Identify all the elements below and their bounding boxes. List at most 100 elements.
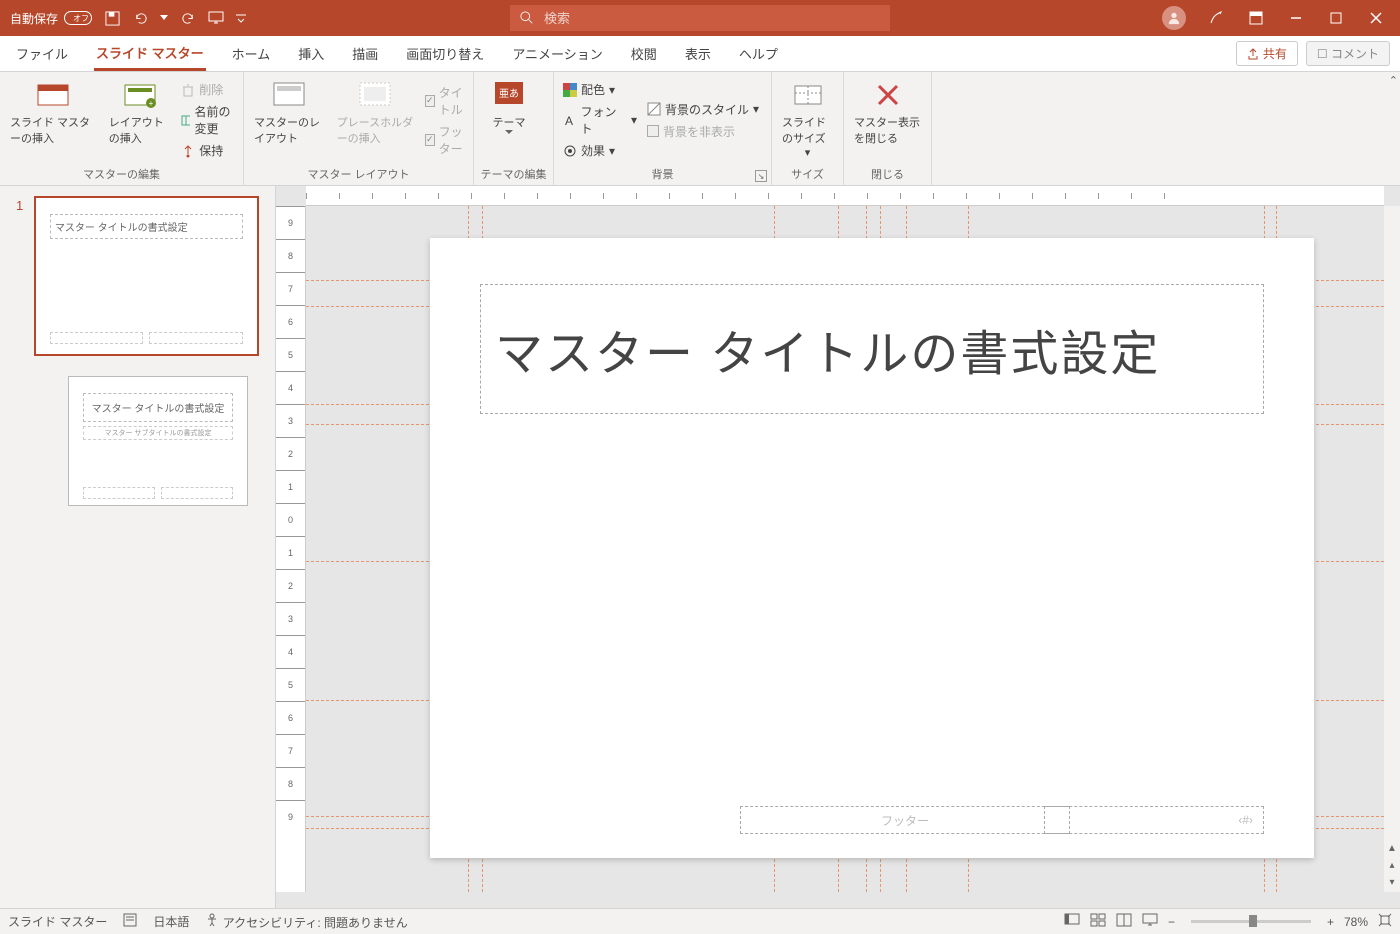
normal-view-icon[interactable] — [1064, 913, 1080, 930]
close-icon — [871, 78, 905, 112]
group-label-theme-edit: テーマの編集 — [480, 164, 547, 185]
tab-insert[interactable]: 挿入 — [296, 38, 326, 69]
ribbon-display-icon[interactable] — [1246, 8, 1266, 28]
tab-transitions[interactable]: 画面切り替え — [404, 38, 486, 69]
placeholder-icon — [358, 78, 392, 112]
themes-button[interactable]: 亜あ テーマ — [480, 76, 538, 164]
group-label-master-edit: マスターの編集 — [6, 164, 237, 185]
fonts-icon: A — [563, 113, 577, 127]
search-input[interactable] — [544, 11, 880, 26]
tab-home[interactable]: ホーム — [230, 38, 273, 69]
tab-review[interactable]: 校閲 — [629, 38, 659, 69]
bg-style-icon — [647, 102, 661, 116]
undo-dropdown-icon[interactable] — [160, 10, 168, 26]
vertical-scrollbar[interactable]: ▲ ▴ ▾ — [1384, 206, 1400, 892]
zoom-slider[interactable] — [1191, 920, 1311, 923]
svg-text:A: A — [565, 114, 573, 127]
title-placeholder[interactable]: マスター タイトルの書式設定 — [480, 284, 1264, 414]
tab-draw[interactable]: 描画 — [350, 38, 380, 69]
next-slide-icon[interactable]: ▾ — [1389, 877, 1394, 888]
coming-soon-icon[interactable] — [1206, 8, 1226, 28]
slideshow-view-icon[interactable] — [1142, 913, 1158, 930]
ribbon: スライド マスターの挿入 + レイアウトの挿入 削除 名前の変更 保持 マスター… — [0, 72, 1400, 186]
accessibility-status[interactable]: アクセシビリティ: 問題ありません — [205, 913, 407, 931]
share-button[interactable]: 共有 — [1236, 41, 1298, 66]
vertical-ruler[interactable]: 9876543210123456789 — [276, 206, 306, 892]
delete-icon — [181, 83, 195, 97]
bg-styles-button[interactable]: 背景のスタイル ▾ — [644, 100, 764, 119]
group-label-close: 閉じる — [850, 164, 925, 185]
master-thumbnail[interactable]: マスター タイトルの書式設定 — [34, 196, 259, 356]
close-button[interactable] — [1366, 8, 1386, 28]
colors-button[interactable]: 配色 ▾ — [560, 80, 640, 99]
tab-help[interactable]: ヘルプ — [737, 38, 780, 69]
rename-icon — [181, 113, 190, 127]
thumb-title-placeholder: マスター タイトルの書式設定 — [50, 214, 243, 239]
horizontal-ruler[interactable] — [306, 186, 1384, 206]
page-number-placeholder[interactable]: ‹#› — [1044, 806, 1264, 834]
effects-icon — [563, 144, 577, 158]
zoom-out-button[interactable]: − — [1168, 915, 1175, 929]
slide-editor: 9876543210123456789 マスター タイトルの書式設定 フッター — [276, 186, 1400, 908]
minimize-button[interactable] — [1286, 8, 1306, 28]
reading-view-icon[interactable] — [1116, 913, 1132, 930]
slide-canvas[interactable]: マスター タイトルの書式設定 フッター ‹#› — [430, 238, 1314, 858]
svg-text:+: + — [148, 99, 153, 108]
checkbox-icon: ✓ — [425, 134, 435, 146]
svg-text:亜あ: 亜あ — [499, 88, 519, 100]
accessibility-icon — [205, 913, 219, 927]
notes-icon[interactable] — [123, 913, 137, 930]
title-checkbox: ✓タイトル — [422, 83, 467, 119]
status-mode: スライド マスター — [8, 913, 107, 930]
workspace: 1 マスター タイトルの書式設定 マスター タイトルの書式設定 マスター サブタ… — [0, 186, 1400, 908]
insert-slide-master-button[interactable]: スライド マスターの挿入 — [6, 76, 101, 164]
autosave-toggle[interactable]: 自動保存 オフ — [10, 10, 92, 27]
preserve-button[interactable]: 保持 — [178, 141, 237, 160]
slide-size-button[interactable]: スライドのサイズ▾ — [778, 76, 837, 164]
master-layout-icon — [272, 78, 306, 112]
close-master-view-button[interactable]: マスター表示を閉じる — [850, 76, 925, 164]
prev-slide-icon[interactable]: ▴ — [1389, 860, 1394, 871]
search-icon — [520, 11, 534, 25]
footer-placeholder[interactable]: フッター — [740, 806, 1070, 834]
themes-icon: 亜あ — [492, 78, 526, 112]
dialog-launcher-icon[interactable]: ↘ — [755, 170, 767, 182]
preserve-icon — [181, 144, 195, 158]
insert-layout-button[interactable]: + レイアウトの挿入 — [105, 76, 175, 164]
ribbon-tabs: ファイル スライド マスター ホーム 挿入 描画 画面切り替え アニメーション … — [0, 36, 1400, 72]
title-bar: 自動保存 オフ — [0, 0, 1400, 36]
checkbox-icon — [647, 125, 659, 137]
fonts-button[interactable]: Aフォント ▾ — [560, 102, 640, 138]
status-language[interactable]: 日本語 — [153, 913, 189, 930]
collapse-ribbon-icon[interactable]: ⌃ — [1389, 74, 1398, 87]
master-layout-button[interactable]: マスターのレイアウト — [250, 76, 329, 164]
maximize-button[interactable] — [1326, 8, 1346, 28]
zoom-level[interactable]: 78% — [1344, 915, 1368, 929]
comments-button[interactable]: ☐ コメント — [1306, 41, 1390, 66]
qat-more-icon[interactable] — [236, 10, 246, 26]
rename-button[interactable]: 名前の変更 — [178, 102, 237, 138]
canvas-area[interactable]: マスター タイトルの書式設定 フッター ‹#› — [306, 206, 1384, 892]
hide-bg-checkbox: 背景を非表示 — [644, 122, 764, 141]
layout-thumbnail[interactable]: マスター タイトルの書式設定 マスター サブタイトルの書式設定 — [68, 376, 248, 506]
tab-file[interactable]: ファイル — [14, 38, 70, 69]
footer-checkbox: ✓フッター — [422, 122, 467, 158]
chevron-down-icon — [505, 130, 513, 135]
tab-slide-master[interactable]: スライド マスター — [94, 37, 206, 71]
tab-animations[interactable]: アニメーション — [510, 38, 604, 69]
thumbnail-panel[interactable]: 1 マスター タイトルの書式設定 マスター タイトルの書式設定 マスター サブタ… — [0, 186, 276, 908]
slide-master-icon — [36, 78, 70, 112]
slide-size-icon — [791, 78, 825, 112]
zoom-in-button[interactable]: + — [1327, 915, 1334, 929]
slideshow-icon[interactable] — [208, 10, 224, 26]
fit-window-icon[interactable] — [1378, 913, 1392, 930]
search-box[interactable] — [510, 5, 890, 31]
undo-icon[interactable] — [132, 10, 148, 26]
save-icon[interactable] — [104, 10, 120, 26]
redo-icon[interactable] — [180, 10, 196, 26]
effects-button[interactable]: 効果 ▾ — [560, 141, 640, 160]
share-icon — [1247, 48, 1259, 60]
tab-view[interactable]: 表示 — [683, 38, 713, 69]
sorter-view-icon[interactable] — [1090, 913, 1106, 930]
user-avatar[interactable] — [1162, 6, 1186, 30]
